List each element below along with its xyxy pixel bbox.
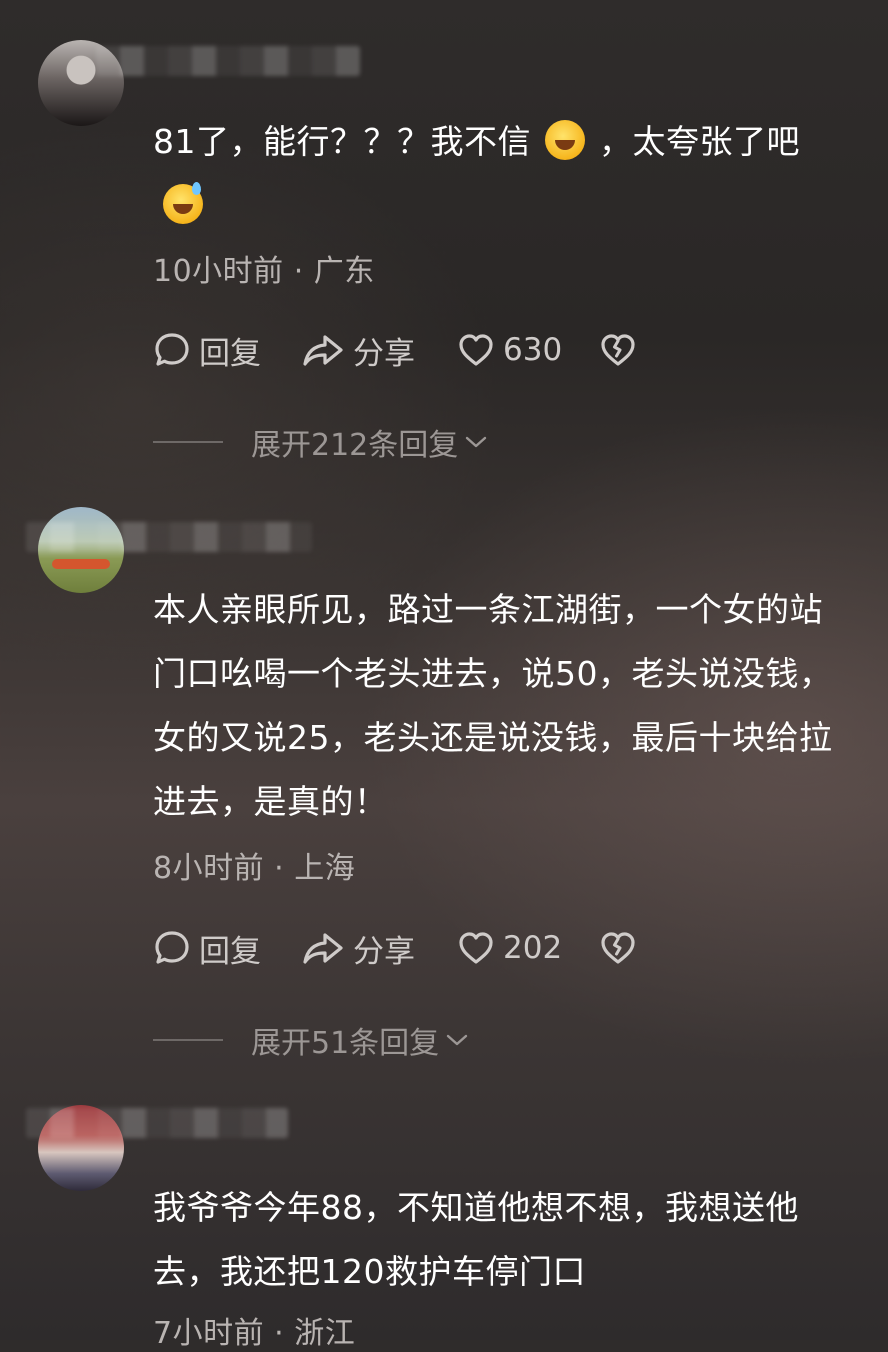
comment-bubble-icon [155, 333, 189, 366]
comment-text-line: 我爷爷今年88，不知道他想不想，我想送他 [153, 1188, 799, 1227]
share-label: 分享 [353, 933, 415, 970]
comment-bubble-icon [155, 931, 189, 964]
expand-replies[interactable]: 展开212条回复 [153, 422, 488, 463]
expand-replies-label: 展开51条回复 [251, 1026, 440, 1061]
heart-icon [459, 932, 493, 964]
comment-text: 本人亲眼所见，路过一条江湖街，一个女的站 门口吆喝一个老头进去，说50，老头说没… [153, 578, 873, 834]
broken-heart-icon [601, 334, 635, 366]
dislike-button[interactable] [599, 332, 637, 368]
divider-line [153, 441, 223, 443]
chevron-down-icon [446, 1034, 468, 1046]
like-button[interactable]: 630 [457, 332, 599, 368]
comment-meta: 8小时前 · 上海 [153, 851, 356, 886]
comment-meta: 10小时前 · 广东 [153, 254, 375, 289]
reply-button[interactable]: 回复 [153, 328, 301, 373]
username-blurred[interactable] [26, 522, 312, 552]
share-arrow-icon [303, 335, 343, 366]
heart-icon [459, 334, 493, 366]
like-count: 202 [503, 930, 563, 966]
chevron-down-icon [466, 436, 487, 448]
comment-text-line: 去，我还把120救护车停门口 [153, 1252, 586, 1291]
comment-text-line: 门口吆喝一个老头进去，说50，老头说没钱， [153, 654, 833, 693]
grinning-sweat-emoji-icon [163, 182, 203, 224]
share-button[interactable]: 分享 [301, 328, 457, 373]
reply-label: 回复 [199, 335, 261, 372]
comment-actions: 回复 分享 202 [153, 926, 637, 970]
comment-text-line: 本人亲眼所见，路过一条江湖街，一个女的站 [153, 590, 823, 629]
comment-text: 我爷爷今年88，不知道他想不想，我想送他 去，我还把120救护车停门口 [153, 1176, 873, 1304]
comment-actions: 回复 分享 630 [153, 328, 637, 372]
divider-line [153, 1039, 223, 1041]
username-blurred[interactable] [96, 46, 360, 76]
expand-replies-label: 展开212条回复 [251, 428, 459, 463]
username-blurred[interactable] [26, 1108, 288, 1138]
broken-heart-icon [601, 932, 635, 964]
dislike-button[interactable] [599, 930, 637, 966]
like-button[interactable]: 202 [457, 930, 599, 966]
share-arrow-icon [303, 933, 343, 964]
reply-button[interactable]: 回复 [153, 926, 301, 971]
comment-meta: 7小时前 · 浙江 [153, 1316, 356, 1351]
comment-text-part: 81了，能行？？？我不信 [153, 122, 531, 161]
like-count: 630 [503, 332, 563, 368]
comment-text-part: ，太夸张了吧 [599, 122, 800, 161]
share-label: 分享 [353, 335, 415, 372]
share-button[interactable]: 分享 [301, 926, 457, 971]
rolling-laughing-emoji-icon [545, 120, 585, 160]
comment-text: 81了，能行？？？我不信 ，太夸张了吧 [153, 110, 873, 238]
reply-label: 回复 [199, 933, 261, 970]
expand-replies[interactable]: 展开51条回复 [153, 1020, 469, 1061]
comment-text-line: 进去，是真的！ [153, 782, 388, 821]
comment-text-line: 女的又说25，老头还是说没钱，最后十块给拉 [153, 718, 833, 757]
